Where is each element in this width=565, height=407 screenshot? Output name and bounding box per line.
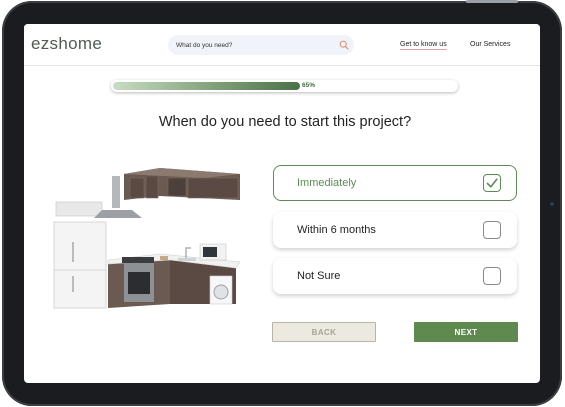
progress-percent: 65% bbox=[302, 82, 316, 89]
app-screen: ezshome Get to know us Our Services 65% … bbox=[24, 24, 540, 383]
option-checkbox[interactable] bbox=[483, 221, 501, 239]
option-not-sure[interactable]: Not Sure bbox=[273, 258, 517, 294]
next-button[interactable]: NEXT bbox=[414, 322, 518, 342]
kitchen-illustration bbox=[53, 168, 241, 309]
option-label: Not Sure bbox=[297, 270, 341, 282]
search-icon[interactable] bbox=[339, 40, 349, 50]
check-icon bbox=[486, 178, 498, 188]
nav-link-our-services[interactable]: Our Services bbox=[470, 41, 510, 48]
progress-fill bbox=[113, 82, 301, 90]
option-label: Within 6 months bbox=[297, 224, 376, 236]
brand-logo[interactable]: ezshome bbox=[31, 34, 102, 54]
back-button[interactable]: BACK bbox=[272, 322, 376, 342]
camera-dot bbox=[550, 202, 554, 206]
search-input[interactable] bbox=[176, 38, 326, 52]
site-header: ezshome Get to know us Our Services bbox=[24, 24, 540, 66]
option-label: Immediately bbox=[297, 177, 357, 189]
tablet-power-button bbox=[466, 0, 518, 3]
progress-bar: 65% bbox=[111, 80, 458, 92]
question-title: When do you need to start this project? bbox=[158, 114, 412, 130]
option-immediately[interactable]: Immediately bbox=[273, 165, 517, 201]
option-checkbox[interactable] bbox=[483, 174, 501, 192]
nav-link-get-to-know-us[interactable]: Get to know us bbox=[400, 41, 447, 50]
option-within-6-months[interactable]: Within 6 months bbox=[273, 212, 517, 248]
option-checkbox[interactable] bbox=[483, 267, 501, 285]
search-bar[interactable] bbox=[168, 35, 354, 55]
